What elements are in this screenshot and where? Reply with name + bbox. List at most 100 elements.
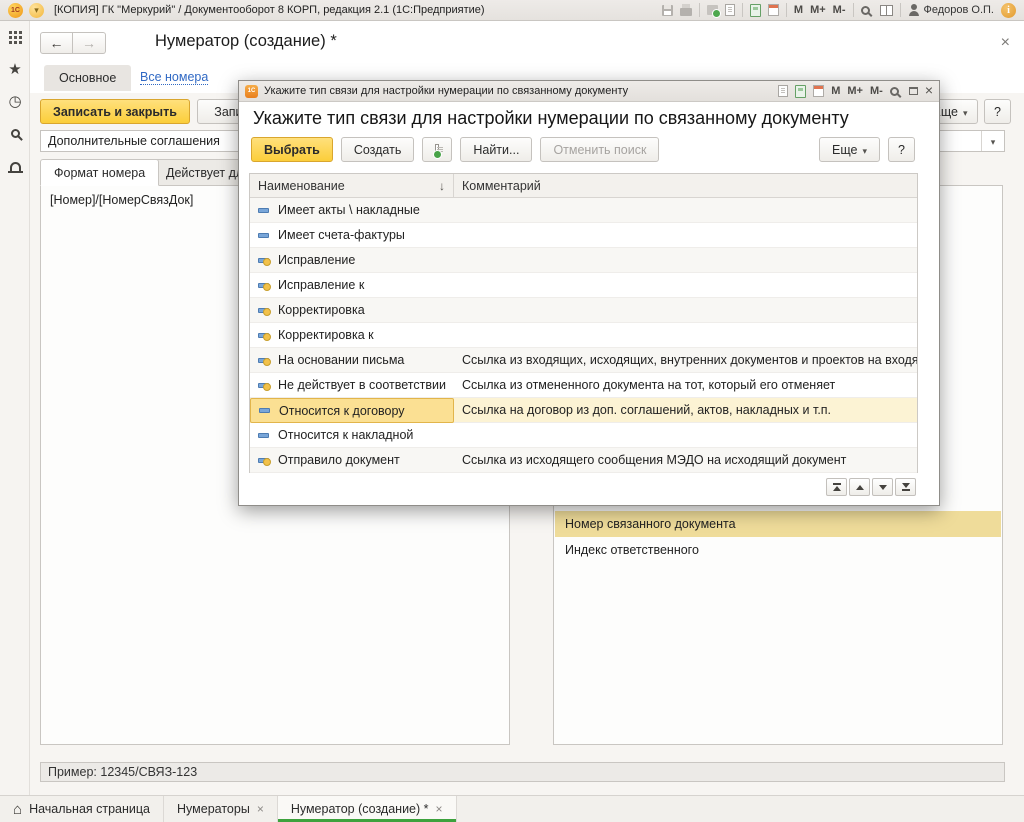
table-row[interactable]: На основании письма Ссылка из входящих, … bbox=[250, 348, 917, 373]
form-help-button[interactable]: ? bbox=[984, 99, 1011, 124]
row-name: На основании письма bbox=[278, 353, 404, 367]
dropdown-caret-icon bbox=[963, 105, 968, 119]
app-title: [КОПИЯ] ГК "Меркурий" / Документооборот … bbox=[54, 4, 656, 16]
column-header-name[interactable]: Наименование ↓ bbox=[250, 174, 454, 197]
current-user[interactable]: Федоров О.П. bbox=[908, 4, 995, 16]
tab-main[interactable]: Основное bbox=[44, 65, 131, 91]
sidebar-search-button[interactable] bbox=[0, 117, 30, 149]
tab-close-icon[interactable] bbox=[257, 802, 264, 816]
table-row-selected[interactable]: Относится к договору Ссылка на договор и… bbox=[250, 398, 917, 423]
list-item[interactable]: Индекс ответственного bbox=[555, 537, 1001, 563]
go-down-button[interactable] bbox=[872, 478, 893, 496]
zoom-icon[interactable] bbox=[861, 6, 870, 15]
split-columns-icon[interactable] bbox=[880, 5, 893, 16]
print-preview-icon[interactable] bbox=[778, 85, 788, 97]
row-name-cell: Отправило документ bbox=[250, 448, 454, 473]
table-row[interactable]: Относится к накладной bbox=[250, 423, 917, 448]
sort-descending-icon: ↓ bbox=[439, 179, 445, 193]
main-menu-button[interactable] bbox=[29, 3, 44, 18]
grid-menu-icon bbox=[9, 31, 22, 44]
table-header: Наименование ↓ Комментарий bbox=[250, 174, 917, 198]
link-icon bbox=[258, 233, 269, 238]
calendar-icon[interactable] bbox=[813, 85, 824, 97]
column-name-label: Наименование bbox=[258, 179, 345, 193]
table-row[interactable]: Имеет акты \ накладные bbox=[250, 198, 917, 223]
sidebar-sections-button[interactable] bbox=[0, 21, 30, 53]
tab-numerators[interactable]: Нумераторы bbox=[164, 796, 278, 822]
link-type-picker-dialog: Укажите тип связи для настройки нумераци… bbox=[238, 80, 940, 506]
row-comment bbox=[454, 198, 917, 223]
find-button[interactable]: Найти... bbox=[460, 137, 532, 162]
row-comment bbox=[454, 273, 917, 298]
info-icon[interactable] bbox=[1001, 3, 1016, 18]
row-name-cell: Корректировка к bbox=[250, 323, 454, 348]
go-up-button[interactable] bbox=[849, 478, 870, 496]
tab-numerator-create[interactable]: Нумератор (создание) * bbox=[278, 796, 457, 822]
calculator-icon[interactable] bbox=[750, 4, 761, 17]
sidebar-notifications-button[interactable] bbox=[0, 149, 30, 181]
toolbar-separator bbox=[742, 3, 743, 17]
memory-m-plus-button[interactable]: M+ bbox=[810, 4, 826, 16]
memory-m-minus-button[interactable]: M- bbox=[833, 4, 846, 16]
row-name: Имеет акты \ накладные bbox=[278, 203, 420, 217]
go-last-button[interactable] bbox=[895, 478, 916, 496]
table-row[interactable]: Исправление к bbox=[250, 273, 917, 298]
link-predefined-icon bbox=[258, 258, 269, 263]
triangle-up-icon bbox=[856, 485, 864, 490]
table-row[interactable]: Не действует в соответствии Ссылка из от… bbox=[250, 373, 917, 398]
tab-all-numbers[interactable]: Все номера bbox=[140, 70, 208, 85]
row-name-cell: Корректировка bbox=[250, 298, 454, 323]
back-button[interactable]: ← bbox=[40, 32, 73, 54]
create-button[interactable]: Создать bbox=[341, 137, 415, 162]
forward-button[interactable]: → bbox=[73, 32, 106, 54]
print-add-icon[interactable] bbox=[707, 5, 718, 15]
print-preview-icon[interactable] bbox=[725, 4, 735, 16]
sidebar-history-button[interactable] bbox=[0, 85, 30, 117]
link-predefined-icon bbox=[258, 458, 269, 463]
dialog-help-button[interactable]: ? bbox=[888, 137, 915, 162]
table-row[interactable]: Исправление bbox=[250, 248, 917, 273]
1c-dialog-icon bbox=[245, 85, 258, 98]
tab-close-icon[interactable] bbox=[436, 802, 443, 816]
zoom-icon[interactable] bbox=[890, 87, 899, 96]
copy-button[interactable] bbox=[422, 137, 452, 162]
row-name: Исправление bbox=[278, 253, 355, 267]
row-name-cell: Относится к договору bbox=[250, 398, 454, 423]
table-row[interactable]: Отправило документ Ссылка из исходящего … bbox=[250, 448, 917, 473]
app-toolbar: M M+ M- Федоров О.П. bbox=[662, 3, 1016, 18]
go-first-button[interactable] bbox=[826, 478, 847, 496]
dialog-more-button[interactable]: Еще bbox=[819, 137, 880, 162]
combo-dropdown-button[interactable] bbox=[981, 131, 1004, 151]
print-icon[interactable] bbox=[680, 8, 692, 16]
close-icon[interactable] bbox=[925, 82, 933, 100]
memory-m-button[interactable]: M bbox=[794, 4, 803, 16]
table-row[interactable]: Корректировка к bbox=[250, 323, 917, 348]
memory-m-plus-button[interactable]: M+ bbox=[847, 85, 863, 97]
column-header-comment[interactable]: Комментарий bbox=[454, 174, 917, 197]
dialog-titlebar[interactable]: Укажите тип связи для настройки нумераци… bbox=[239, 81, 939, 102]
maximize-icon[interactable] bbox=[909, 87, 918, 95]
row-name: Исправление к bbox=[278, 278, 364, 292]
list-item[interactable]: Номер связанного документа bbox=[555, 511, 1001, 537]
calendar-icon[interactable] bbox=[768, 4, 779, 16]
select-button[interactable]: Выбрать bbox=[251, 137, 333, 162]
memory-m-minus-button[interactable]: M- bbox=[870, 85, 883, 97]
dialog-titlebar-icons: M M+ M- bbox=[778, 82, 933, 100]
save-and-close-button[interactable]: Записать и закрыть bbox=[40, 99, 190, 124]
dialog-title: Укажите тип связи для настройки нумераци… bbox=[264, 85, 772, 97]
memory-m-button[interactable]: M bbox=[831, 85, 840, 97]
save-icon[interactable] bbox=[662, 5, 673, 16]
tab-number-format[interactable]: Формат номера bbox=[40, 159, 159, 186]
user-icon bbox=[908, 4, 920, 16]
page-title: Нумератор (создание) * bbox=[155, 32, 337, 51]
name-field-value: Дополнительные соглашения bbox=[48, 134, 220, 148]
cancel-search-button[interactable]: Отменить поиск bbox=[540, 137, 659, 162]
calculator-icon[interactable] bbox=[795, 85, 806, 98]
tab-home[interactable]: Начальная страница bbox=[0, 796, 164, 822]
form-close-icon[interactable]: × bbox=[1001, 34, 1010, 52]
table-row[interactable]: Имеет счета-фактуры bbox=[250, 223, 917, 248]
table-row[interactable]: Корректировка bbox=[250, 298, 917, 323]
sidebar-favorites-button[interactable] bbox=[0, 53, 30, 85]
bar-icon bbox=[902, 489, 910, 491]
dropdown-caret-icon bbox=[862, 143, 867, 157]
